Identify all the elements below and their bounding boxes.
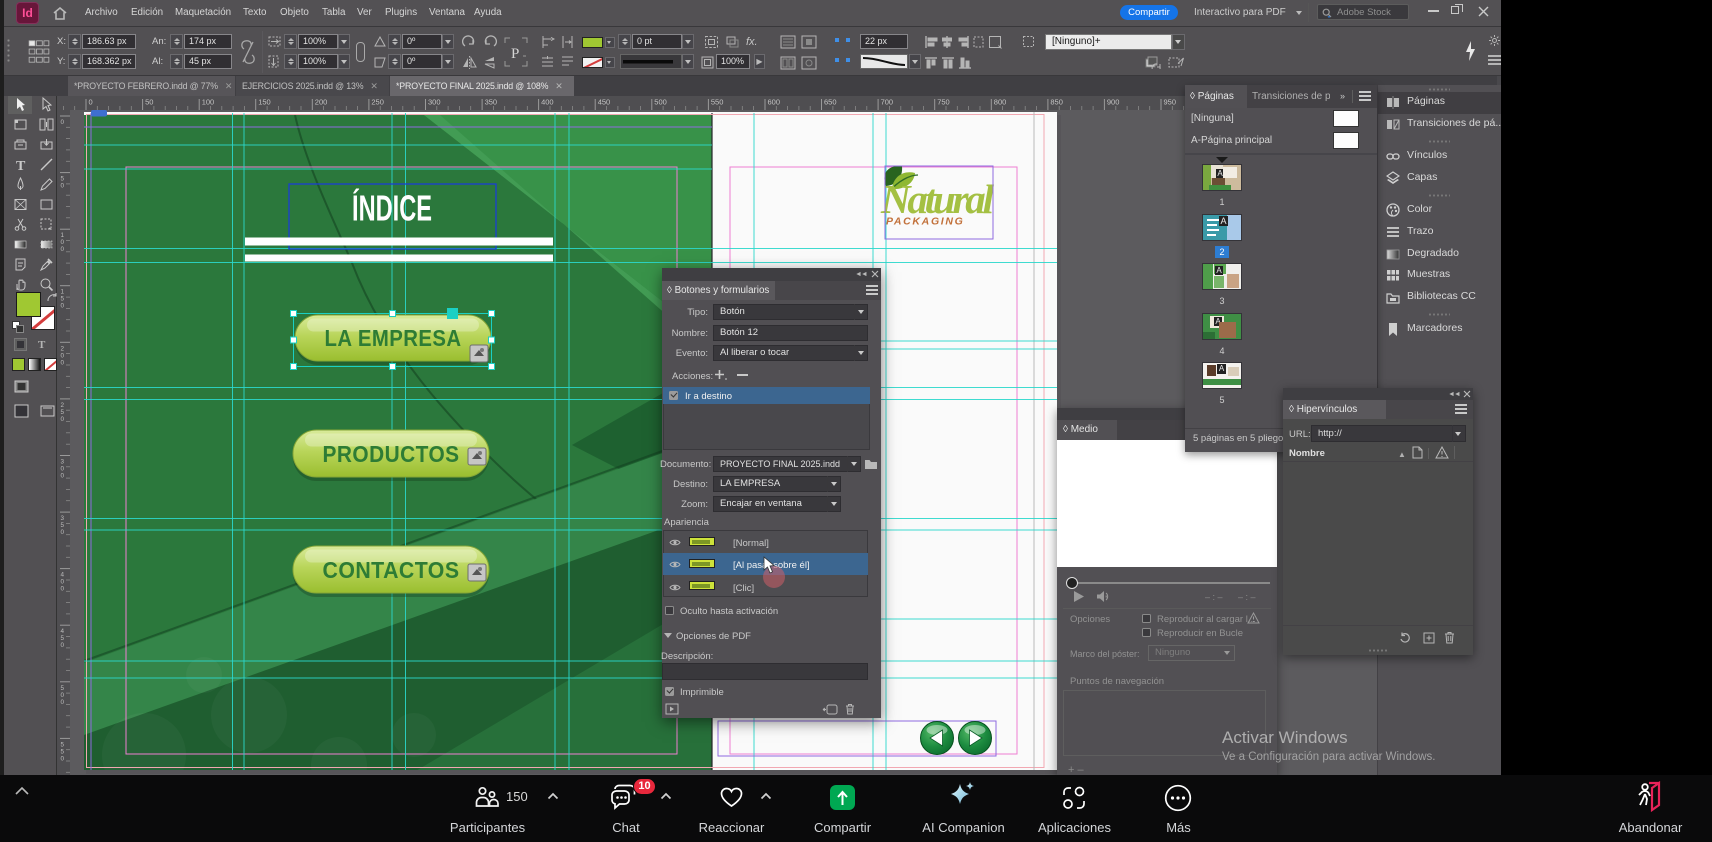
svg-text:550: 550 — [711, 98, 724, 107]
svg-text:5: 5 — [61, 296, 65, 303]
svg-text:800: 800 — [994, 98, 1007, 107]
svg-text:50: 50 — [145, 98, 153, 107]
svg-text:3: 3 — [61, 515, 65, 522]
svg-text:100: 100 — [202, 98, 215, 107]
svg-text:5: 5 — [61, 748, 65, 755]
svg-text:CONTACTOS: CONTACTOS — [323, 557, 460, 583]
svg-text:900: 900 — [1107, 98, 1120, 107]
svg-text:0: 0 — [61, 579, 65, 586]
svg-text:450: 450 — [598, 98, 611, 107]
svg-text:0: 0 — [61, 692, 65, 699]
svg-text:0: 0 — [61, 303, 65, 310]
svg-text:0: 0 — [61, 416, 65, 423]
svg-text:0: 0 — [61, 352, 65, 359]
svg-text:4: 4 — [61, 628, 65, 635]
svg-text:1: 1 — [61, 232, 65, 239]
svg-text:0: 0 — [61, 183, 65, 190]
svg-text:0: 0 — [61, 755, 65, 762]
svg-text:0: 0 — [61, 246, 65, 253]
svg-text:650: 650 — [824, 98, 837, 107]
svg-text:5: 5 — [61, 409, 65, 416]
svg-text:PRODUCTOS: PRODUCTOS — [323, 441, 460, 467]
svg-text:850: 850 — [1050, 98, 1063, 107]
svg-text:T: T — [16, 159, 26, 172]
svg-text:0: 0 — [61, 239, 65, 246]
svg-text:200: 200 — [315, 98, 328, 107]
svg-text:1: 1 — [61, 289, 65, 296]
svg-text:0: 0 — [61, 473, 65, 480]
svg-text:950: 950 — [1164, 98, 1177, 107]
svg-text:400: 400 — [541, 98, 554, 107]
svg-text:5: 5 — [61, 522, 65, 529]
svg-text:5: 5 — [61, 685, 65, 692]
svg-text:0: 0 — [61, 359, 65, 366]
svg-text:300: 300 — [428, 98, 441, 107]
svg-text:5: 5 — [61, 741, 65, 748]
svg-text:LA EMPRESA: LA EMPRESA — [325, 325, 462, 351]
svg-text:0: 0 — [61, 586, 65, 593]
svg-text:150: 150 — [258, 98, 271, 107]
svg-text:0: 0 — [61, 529, 65, 536]
svg-text:0: 0 — [61, 642, 65, 649]
svg-text:500: 500 — [654, 98, 667, 107]
svg-text:750: 750 — [937, 98, 950, 107]
svg-text:5: 5 — [61, 176, 65, 183]
svg-text:250: 250 — [371, 98, 384, 107]
svg-text:0: 0 — [61, 119, 65, 126]
svg-text:0: 0 — [61, 466, 65, 473]
svg-text:600: 600 — [768, 98, 781, 107]
svg-text:700: 700 — [881, 98, 894, 107]
svg-text:2: 2 — [61, 345, 65, 352]
svg-text:4: 4 — [61, 572, 65, 579]
svg-text:0: 0 — [89, 98, 93, 107]
svg-text:2: 2 — [61, 402, 65, 409]
svg-text:P: P — [511, 46, 519, 62]
svg-text:3: 3 — [61, 459, 65, 466]
svg-text:5: 5 — [61, 635, 65, 642]
svg-text:350: 350 — [485, 98, 498, 107]
svg-text:PACKAGING: PACKAGING — [886, 216, 964, 228]
svg-text:ÍNDICE: ÍNDICE — [352, 187, 432, 228]
svg-text:0: 0 — [61, 699, 65, 706]
